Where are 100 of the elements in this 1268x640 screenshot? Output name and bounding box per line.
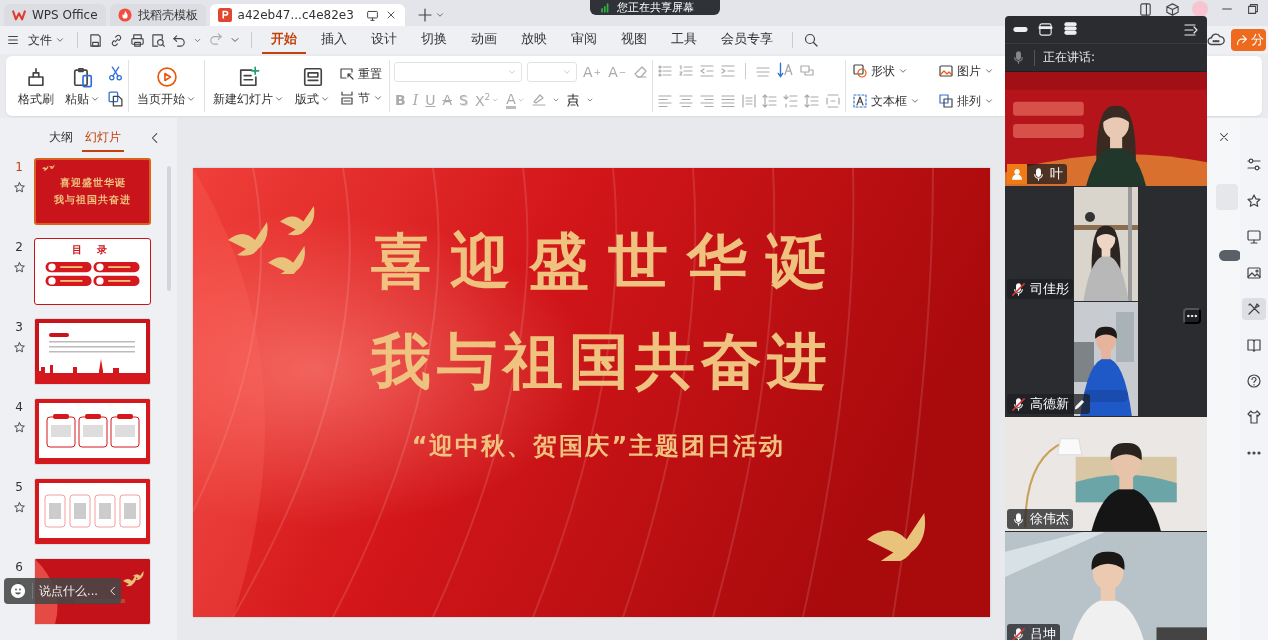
caret-icon (585, 96, 594, 104)
section-icon (339, 90, 355, 106)
ribbon-tab[interactable]: 切换 (412, 26, 456, 54)
list-view-icon[interactable] (1063, 20, 1078, 36)
file-menu[interactable]: 文件 (26, 32, 67, 48)
panel-tab[interactable]: 大纲 (46, 124, 76, 152)
sharing-text: 您正在共享屏幕 (617, 0, 694, 15)
ribbon-button[interactable]: 图片 (936, 63, 997, 79)
scissors-icon[interactable] (107, 65, 124, 82)
slide-thumbnail[interactable] (34, 398, 151, 465)
flame-icon (117, 8, 132, 22)
caret-icon (186, 94, 196, 104)
collapse-icon[interactable] (1183, 21, 1199, 38)
caret-icon (984, 66, 995, 76)
document-tab[interactable]: a42eb47...c4e82e3 (209, 4, 405, 26)
slide-thumbnail[interactable]: 喜迎盛世华诞 我与祖国共奋进 (34, 158, 151, 225)
document-tab[interactable]: 找稻壳模板 (109, 4, 206, 26)
picture-icon (938, 63, 955, 79)
video-tile[interactable]: 吕坤 (1005, 532, 1207, 640)
tools-icon (1246, 301, 1262, 317)
ribbon-tab[interactable]: 插入 (312, 26, 356, 54)
star-icon[interactable] (12, 421, 26, 434)
star-icon[interactable] (12, 181, 26, 194)
caret-icon (551, 96, 560, 104)
side-tool-button[interactable] (1242, 298, 1266, 320)
caret-icon (516, 96, 525, 104)
video-tile[interactable]: 徐伟杰 (1005, 417, 1207, 531)
slide-thumbnail[interactable] (34, 318, 151, 385)
slide-subtitle: “迎中秋、贺国庆”主题团日活动 (411, 431, 786, 462)
new-tab-icon[interactable] (416, 7, 433, 23)
print-preview-icon[interactable] (151, 32, 166, 48)
slide-number: 6 (15, 560, 23, 574)
slide-thumbnail[interactable] (34, 478, 151, 545)
more-button[interactable] (1183, 308, 1201, 324)
search-icon[interactable] (803, 32, 819, 48)
slide-thumbnail[interactable]: 目 录 (34, 238, 151, 305)
slides-icon (217, 8, 232, 22)
caret-icon (898, 66, 909, 76)
tablet-icon[interactable] (1138, 1, 1153, 17)
caret-icon (562, 67, 572, 77)
ribbon-tab[interactable]: 设计 (362, 26, 406, 54)
save-icon[interactable] (88, 32, 103, 48)
help-icon (1246, 373, 1262, 389)
ribbon-button[interactable]: 版式 (291, 63, 334, 109)
thumbnail-title: 我与祖国共奋进 (54, 193, 131, 207)
ribbon-button[interactable]: 粘贴 (61, 63, 104, 109)
ribbon-tab[interactable]: 动画 (462, 26, 506, 54)
caret-icon (491, 96, 500, 104)
ribbon-button[interactable]: 重置 (337, 66, 385, 82)
ribbon-tab[interactable]: 会员专享 (712, 26, 782, 54)
copy-icon[interactable] (107, 90, 124, 107)
window-icon[interactable] (1038, 22, 1053, 37)
caret-icon (373, 93, 383, 103)
ribbon-tab[interactable]: 视图 (612, 26, 656, 54)
smiley-icon[interactable] (10, 583, 26, 599)
restore-icon[interactable] (1246, 2, 1260, 16)
undo-icon[interactable] (172, 32, 187, 48)
slide-number: 5 (15, 480, 23, 494)
caret-icon (320, 94, 330, 104)
arrange-icon (938, 93, 955, 109)
caret-icon[interactable] (434, 10, 445, 20)
slide-number: 2 (15, 240, 23, 254)
ribbon-tab[interactable]: 放映 (512, 26, 556, 54)
star-icon[interactable] (12, 341, 26, 354)
caret-icon (507, 67, 517, 77)
toggle-switch[interactable] (1218, 250, 1241, 261)
star-icon (1246, 193, 1262, 209)
ribbon-button[interactable]: 节 (337, 90, 385, 106)
ribbon-tab[interactable]: 开始 (262, 26, 306, 54)
monitor-icon[interactable] (365, 8, 379, 22)
thumbnail-title: 喜迎盛世华诞 (59, 176, 126, 190)
text-box-icon (852, 93, 869, 109)
sort-icon[interactable] (776, 60, 795, 79)
slide-number: 1 (15, 160, 23, 174)
image-icon (1246, 265, 1262, 281)
clipboard-icon (71, 65, 94, 88)
ribbon-button[interactable]: 新建幻灯片 (209, 63, 288, 109)
document-tab[interactable]: WPS Office (4, 4, 106, 26)
cube-icon[interactable] (1165, 1, 1180, 17)
reset-icon (339, 66, 355, 82)
star-icon[interactable] (12, 261, 26, 274)
ribbon-button[interactable]: 格式刷 (14, 63, 58, 109)
avatar[interactable] (1192, 1, 1208, 17)
ribbon-button[interactable]: 文本框 (850, 93, 923, 109)
play-from-current-button[interactable]: 当页开始 (133, 63, 200, 109)
caret-icon (274, 94, 284, 104)
star-icon[interactable] (12, 501, 26, 514)
panel-tab[interactable]: 幻灯片 (82, 124, 124, 152)
ribbon-button[interactable]: 排列 (936, 93, 997, 109)
menu-icon[interactable] (6, 33, 20, 47)
ribbon-button[interactable]: 形状 (850, 63, 923, 79)
ribbon-tab[interactable]: 审阅 (562, 26, 606, 54)
new-slide-icon (237, 65, 260, 88)
chat-input[interactable]: 说点什么... (4, 578, 121, 604)
link-icon[interactable] (109, 32, 124, 48)
caret-icon (90, 94, 100, 104)
share-icon (1235, 33, 1249, 47)
signal-icon (600, 2, 611, 13)
ribbon-tab[interactable]: 工具 (662, 26, 706, 54)
print-icon[interactable] (130, 32, 145, 48)
